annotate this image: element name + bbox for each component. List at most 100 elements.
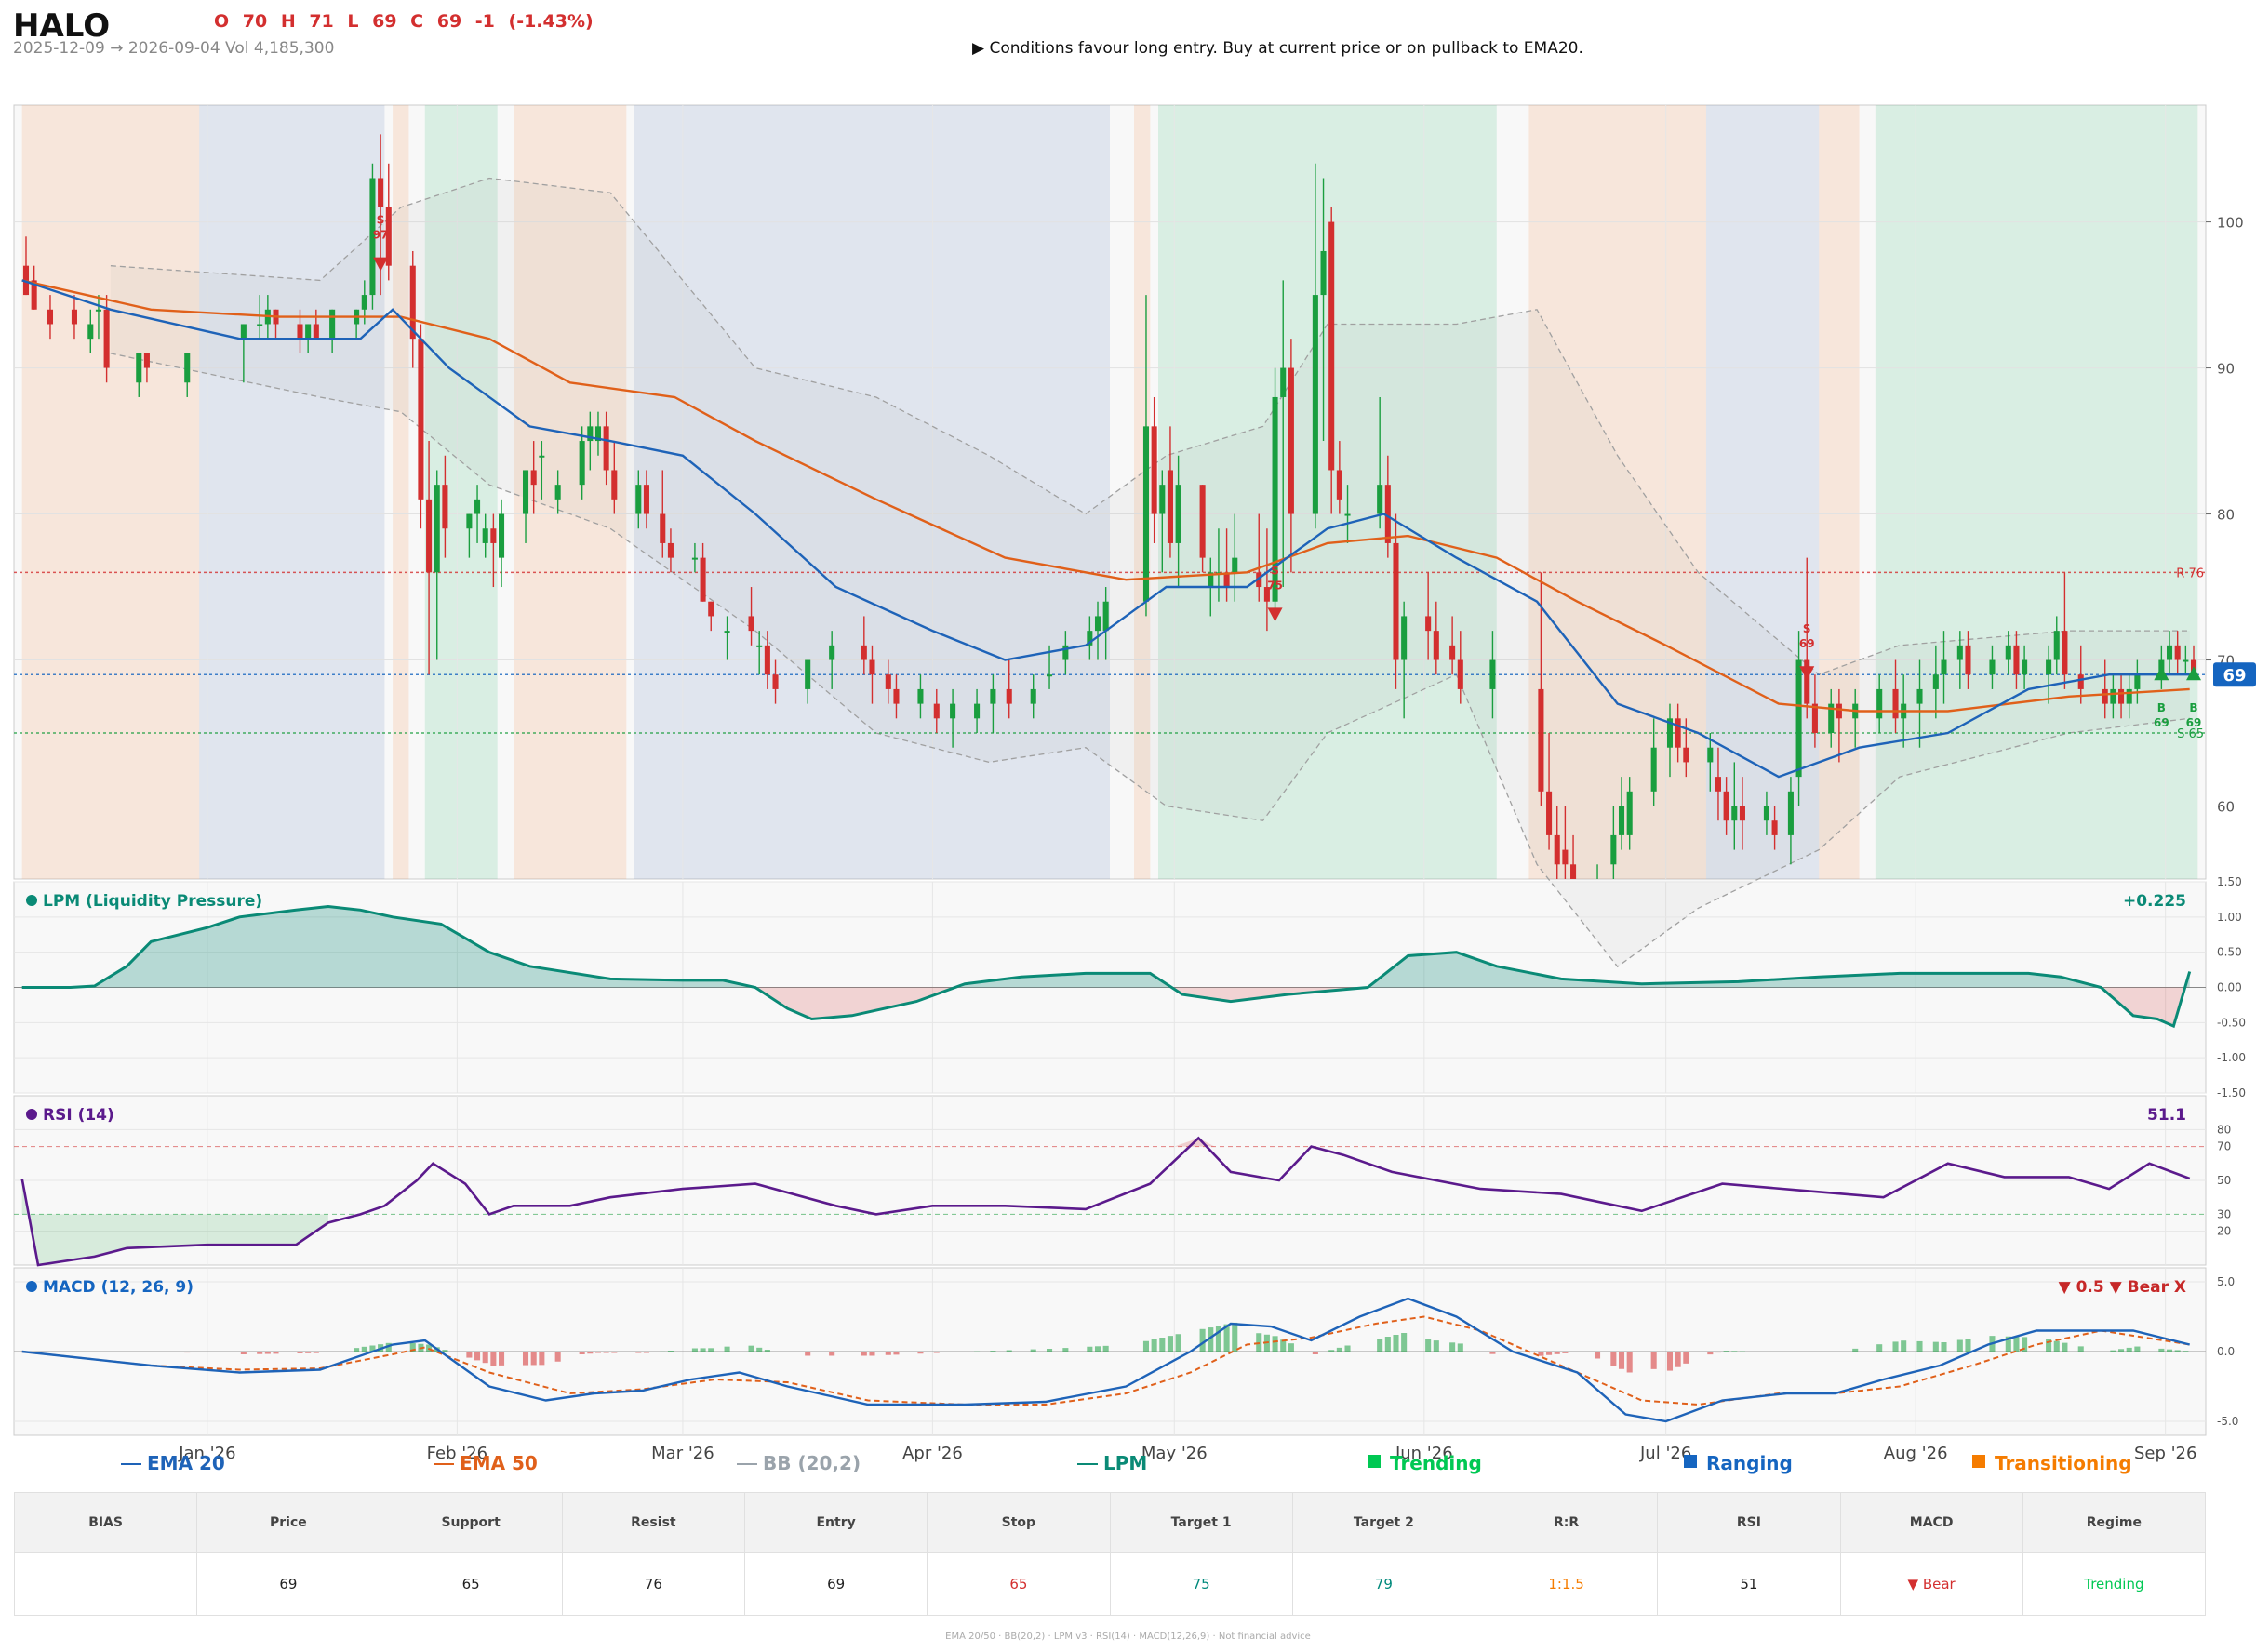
macd-histogram-bar bbox=[1666, 1352, 1674, 1371]
regime-band-ranging bbox=[199, 105, 385, 879]
candle-body bbox=[1425, 616, 1432, 632]
macd-histogram-bar bbox=[2118, 1349, 2125, 1352]
candle-body bbox=[554, 485, 561, 500]
rsi-value: 51.1 bbox=[2147, 1106, 2186, 1125]
macd-histogram-bar bbox=[635, 1352, 642, 1353]
legend-label: Transitioning bbox=[1995, 1452, 2132, 1474]
candle-body bbox=[635, 485, 642, 514]
macd-histogram-bar bbox=[1707, 1352, 1714, 1355]
macd-histogram-bar bbox=[1554, 1352, 1560, 1354]
macd-histogram-bar bbox=[2077, 1346, 2084, 1352]
candle-body bbox=[2118, 688, 2125, 704]
candle-body bbox=[1312, 295, 1318, 514]
candle-body bbox=[660, 513, 666, 543]
summary-value-cell: 76 bbox=[561, 1552, 746, 1616]
macd-histogram-bar bbox=[2053, 1340, 2060, 1352]
macd-histogram-bar bbox=[442, 1350, 448, 1352]
macd-histogram-bar bbox=[700, 1348, 706, 1352]
candle-body bbox=[257, 324, 263, 326]
macd-histogram-bar bbox=[554, 1352, 561, 1362]
candle-body bbox=[1159, 485, 1166, 514]
signal-label: 69 bbox=[2186, 716, 2202, 729]
macd-histogram-bar bbox=[756, 1347, 763, 1352]
macd-histogram-bar bbox=[1683, 1352, 1689, 1364]
macd-histogram-bar bbox=[1030, 1349, 1036, 1352]
candle-body bbox=[1142, 426, 1150, 602]
macd-histogram-bar bbox=[1449, 1342, 1456, 1352]
macd-histogram-bar bbox=[1852, 1348, 1859, 1352]
macd-histogram-bar bbox=[1159, 1338, 1166, 1352]
macd-histogram-bar bbox=[1932, 1341, 1939, 1352]
macd-histogram-bar bbox=[539, 1352, 545, 1366]
summary-header-cell: Target 2 bbox=[1291, 1492, 1476, 1553]
candle-body bbox=[1393, 542, 1399, 660]
summary-header-cell: Price bbox=[196, 1492, 380, 1553]
candle-body bbox=[1763, 806, 1769, 821]
macd-histogram-bar bbox=[530, 1352, 537, 1366]
macd-histogram-bar bbox=[1546, 1352, 1553, 1355]
lpm-title-dot bbox=[26, 895, 37, 906]
candle-body bbox=[1739, 806, 1745, 821]
current-price-label: 69 bbox=[2223, 666, 2246, 686]
lpm-tick-label: 1.50 bbox=[2217, 875, 2242, 888]
candle-body bbox=[143, 353, 150, 368]
legend-label: BB (20,2) bbox=[763, 1452, 861, 1474]
candle-body bbox=[313, 324, 319, 340]
x-tick-label: Apr '26 bbox=[902, 1444, 963, 1463]
candle-body bbox=[1956, 645, 1963, 660]
macd-histogram-bar bbox=[1433, 1340, 1439, 1352]
candle-body bbox=[756, 645, 763, 647]
macd-histogram-bar bbox=[1731, 1351, 1738, 1352]
price-tick-label: 90 bbox=[2217, 361, 2235, 378]
legend-label: EMA 20 bbox=[147, 1452, 225, 1474]
macd-histogram-bar bbox=[240, 1352, 247, 1354]
candle-body bbox=[643, 485, 649, 514]
candle-body bbox=[691, 557, 698, 560]
candle-body bbox=[71, 309, 77, 325]
signal-label: 75 bbox=[1267, 579, 1283, 592]
candle-body bbox=[1554, 834, 1560, 865]
candle-body bbox=[1538, 688, 1544, 792]
macd-histogram-bar bbox=[1062, 1348, 1069, 1352]
macd-histogram-bar bbox=[466, 1352, 473, 1358]
macd-histogram-bar bbox=[594, 1352, 602, 1353]
legend-swatch bbox=[1368, 1455, 1381, 1468]
macd-histogram-bar bbox=[273, 1352, 279, 1354]
macd-histogram-bar bbox=[1425, 1339, 1432, 1352]
summary-header-cell: R:R bbox=[1474, 1492, 1659, 1553]
summary-value-cell: 69 bbox=[196, 1552, 380, 1616]
macd-histogram-bar bbox=[2013, 1337, 2020, 1352]
candle-body bbox=[1715, 777, 1721, 792]
macd-histogram-bar bbox=[1901, 1340, 1907, 1352]
lpm-value: +0.225 bbox=[2123, 892, 2186, 911]
candle-body bbox=[2183, 659, 2189, 662]
support-label: S 65 bbox=[2177, 727, 2204, 741]
candle-body bbox=[1836, 703, 1842, 719]
macd-histogram-bar bbox=[1312, 1352, 1318, 1354]
candle-body bbox=[95, 309, 101, 312]
macd-value: ▼ 0.5 ▼ Bear X bbox=[2059, 1278, 2186, 1297]
candle-body bbox=[136, 353, 142, 383]
candle-body bbox=[1683, 747, 1689, 763]
candle-body bbox=[1175, 485, 1181, 543]
bias-badge: BULLISH bbox=[13, 1552, 198, 1616]
candle-body bbox=[764, 645, 770, 675]
macd-histogram-bar bbox=[1142, 1340, 1150, 1352]
macd-histogram-bar bbox=[1650, 1352, 1657, 1369]
macd-histogram-bar bbox=[861, 1352, 867, 1356]
macd-histogram-bar bbox=[667, 1351, 674, 1352]
macd-histogram-bar bbox=[805, 1352, 811, 1356]
candle-body bbox=[893, 688, 900, 704]
candle-body bbox=[1932, 674, 1939, 689]
summary-values-row: BULLISH 69 65 76 69 65 75 79 1:1.5 51 ▼ Bear Trendi… bbox=[13, 1552, 2207, 1616]
candle-body bbox=[426, 499, 433, 573]
candle-body bbox=[869, 659, 875, 675]
macd-histogram-bar bbox=[933, 1352, 940, 1353]
candle-body bbox=[184, 353, 191, 383]
candle-body bbox=[2053, 631, 2060, 660]
macd-histogram-bar bbox=[490, 1352, 497, 1366]
candle-body bbox=[305, 324, 312, 340]
candle-body bbox=[530, 470, 537, 486]
candle-body bbox=[1377, 485, 1383, 514]
macd-histogram-bar bbox=[499, 1352, 505, 1366]
